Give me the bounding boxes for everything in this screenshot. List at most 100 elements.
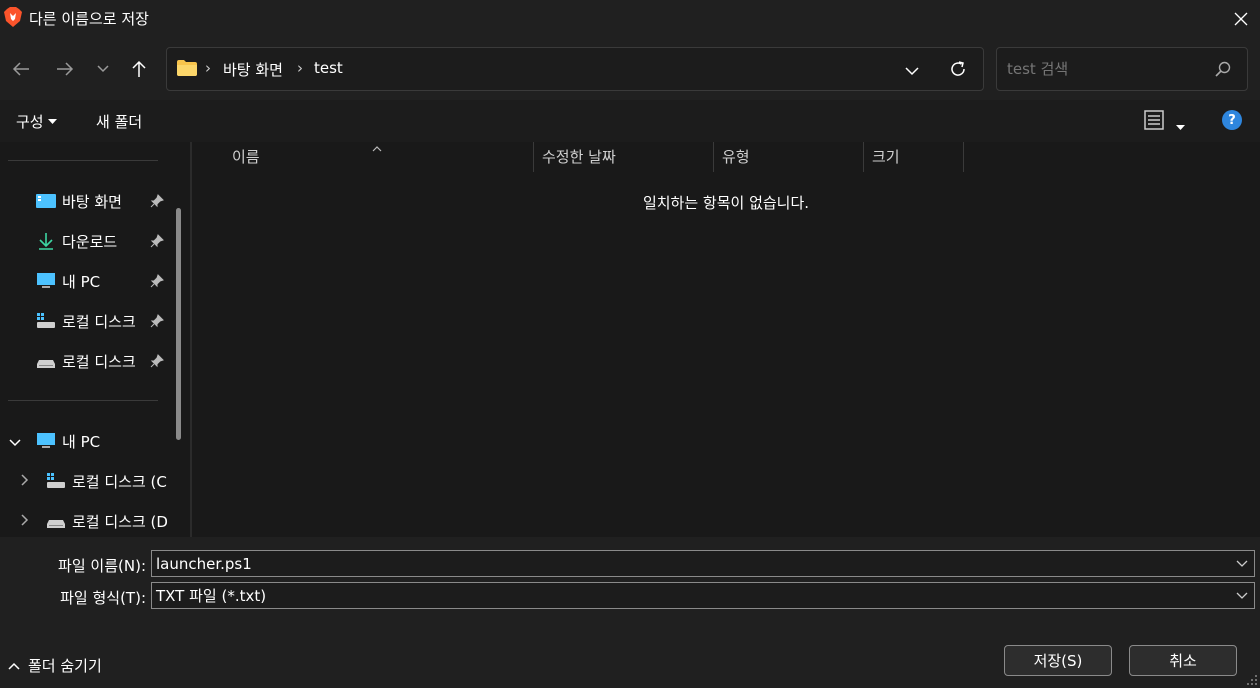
- pin-icon[interactable]: [150, 354, 164, 368]
- filename-input[interactable]: launcher.ps1: [156, 555, 252, 573]
- tree-item-label: 내 PC: [62, 432, 101, 451]
- drive-icon: [47, 520, 65, 528]
- breadcrumb-separator-icon: ›: [205, 59, 211, 77]
- arrow-right-icon: [57, 62, 74, 76]
- pin-icon[interactable]: [150, 234, 164, 248]
- tree-expand-toggle[interactable]: [21, 474, 29, 490]
- pc-icon: [37, 433, 55, 448]
- hide-folders-toggle[interactable]: 폴더 숨기기: [8, 655, 102, 676]
- address-dropdown-button[interactable]: [905, 64, 919, 80]
- refresh-button[interactable]: [949, 60, 967, 82]
- sidebar-item-label: 로컬 디스크: [62, 352, 136, 371]
- chevron-right-icon: [21, 514, 29, 526]
- tree-expand-toggle[interactable]: [21, 514, 29, 530]
- sidebar-scrollbar[interactable]: [176, 208, 181, 440]
- column-header-type[interactable]: 유형: [722, 146, 750, 167]
- tree-collapse-toggle[interactable]: [9, 435, 21, 451]
- sidebar-divider: [8, 400, 158, 401]
- chevron-down-icon: [1236, 560, 1248, 567]
- breadcrumb-desktop[interactable]: 바탕 화면: [223, 59, 283, 80]
- caret-down-icon: [47, 119, 57, 124]
- drive-icon: [37, 360, 55, 368]
- sidebar-item-label: 바탕 화면: [62, 192, 122, 211]
- pin-icon[interactable]: [150, 314, 164, 328]
- back-button[interactable]: [6, 54, 36, 84]
- column-separator[interactable]: [713, 142, 714, 172]
- column-header-date-modified[interactable]: 수정한 날짜: [542, 146, 616, 167]
- download-icon: [39, 233, 53, 250]
- sidebar-item-label: 내 PC: [62, 272, 101, 291]
- window-title: 다른 이름으로 저장: [29, 10, 149, 28]
- filetype-label: 파일 형식(T):: [60, 589, 146, 607]
- sort-ascending-icon: [372, 140, 382, 156]
- pin-icon[interactable]: [150, 274, 164, 288]
- empty-folder-message: 일치하는 항목이 없습니다.: [642, 194, 810, 212]
- organize-label: 구성: [16, 113, 44, 131]
- pc-icon: [37, 273, 55, 288]
- chevron-down-icon: [1236, 592, 1248, 599]
- filetype-value: TXT 파일 (*.txt): [156, 587, 267, 605]
- view-dropdown-button[interactable]: [1176, 118, 1185, 134]
- filename-combobox[interactable]: launcher.ps1: [151, 550, 1255, 577]
- navigation-pane[interactable]: 바탕 화면 다운로드 내 PC 로컬 디스크 로컬 디스크 내 PC 로컬 디스…: [0, 142, 190, 537]
- pin-icon[interactable]: [150, 194, 164, 208]
- search-box[interactable]: [996, 47, 1248, 91]
- sidebar-item-this-pc[interactable]: 내 PC: [36, 269, 100, 293]
- view-options-button[interactable]: [1144, 110, 1164, 134]
- arrow-up-icon: [132, 60, 146, 77]
- chevron-right-icon: [21, 474, 29, 486]
- sidebar-item-local-disk-c[interactable]: 로컬 디스크: [36, 309, 136, 333]
- chevron-down-icon: [9, 439, 21, 447]
- sidebar-item-local-disk[interactable]: 로컬 디스크: [36, 349, 136, 373]
- help-button[interactable]: ?: [1222, 110, 1242, 130]
- close-icon: [1234, 12, 1248, 26]
- cancel-button[interactable]: 취소: [1129, 645, 1237, 676]
- tree-item-label: 로컬 디스크 (D: [72, 512, 168, 531]
- brave-logo-icon: [4, 7, 22, 27]
- hide-folders-label: 폴더 숨기기: [28, 657, 102, 675]
- breadcrumb-separator-icon: ›: [297, 59, 303, 77]
- resize-grip-icon[interactable]: [1246, 674, 1258, 688]
- refresh-icon: [951, 61, 965, 76]
- column-header-size[interactable]: 크기: [872, 146, 900, 167]
- help-icon: ?: [1228, 112, 1236, 128]
- tree-item-label: 로컬 디스크 (C: [72, 472, 167, 491]
- drive-c-icon: [47, 473, 65, 488]
- new-folder-button[interactable]: 새 폴더: [96, 111, 142, 132]
- arrow-left-icon: [12, 62, 29, 76]
- search-icon: [1215, 61, 1231, 81]
- drive-c-icon: [37, 313, 55, 328]
- up-button[interactable]: [124, 54, 154, 84]
- chevron-down-icon: [905, 67, 919, 76]
- sidebar-item-label: 로컬 디스크: [62, 312, 136, 331]
- filename-label: 파일 이름(N):: [58, 557, 146, 575]
- breadcrumb-test[interactable]: test: [314, 59, 343, 77]
- forward-button[interactable]: [50, 54, 80, 84]
- caret-down-icon: [1176, 125, 1185, 130]
- column-separator[interactable]: [863, 142, 864, 172]
- sidebar-divider: [8, 160, 158, 161]
- column-separator[interactable]: [533, 142, 534, 172]
- sidebar-item-label: 다운로드: [62, 232, 118, 251]
- filetype-select[interactable]: TXT 파일 (*.txt): [151, 582, 1255, 609]
- recent-locations-button[interactable]: [88, 54, 118, 84]
- chevron-down-icon: [97, 65, 109, 73]
- tree-item-local-disk-d[interactable]: 로컬 디스크 (D: [46, 509, 168, 533]
- title-bar: [0, 0, 1260, 38]
- address-bar[interactable]: › 바탕 화면 › test: [166, 47, 984, 91]
- tree-item-this-pc[interactable]: 내 PC: [36, 429, 100, 453]
- search-input[interactable]: [1007, 59, 1207, 79]
- sidebar-item-desktop[interactable]: 바탕 화면: [36, 189, 122, 213]
- chevron-up-icon: [8, 662, 20, 670]
- sidebar-item-downloads[interactable]: 다운로드: [36, 229, 117, 253]
- desktop-icon: [36, 194, 56, 208]
- organize-button[interactable]: 구성: [16, 111, 57, 132]
- folder-icon: [177, 60, 197, 80]
- save-button[interactable]: 저장(S): [1004, 645, 1112, 676]
- tree-item-local-disk-c[interactable]: 로컬 디스크 (C: [46, 469, 167, 493]
- close-button[interactable]: [1222, 0, 1260, 38]
- column-header-name[interactable]: 이름: [232, 146, 260, 167]
- details-view-icon: [1144, 110, 1164, 130]
- command-bar: [0, 100, 1260, 142]
- column-separator[interactable]: [963, 142, 964, 172]
